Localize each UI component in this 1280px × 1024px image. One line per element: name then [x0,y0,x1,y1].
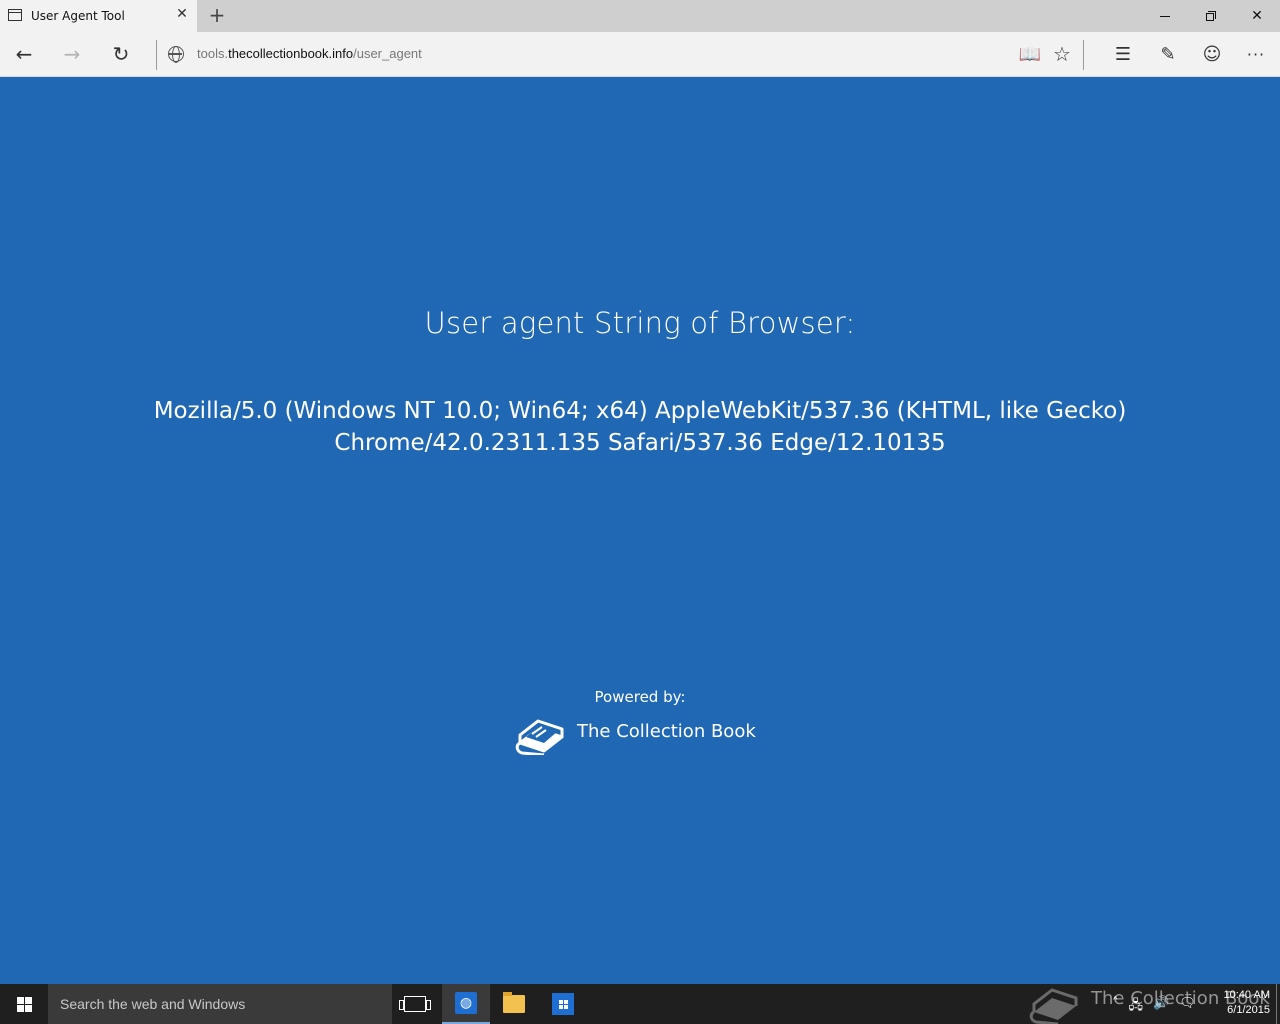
reading-view-icon[interactable]: 📖 [1017,42,1043,66]
taskbar-app-file-explorer[interactable] [490,984,538,1024]
brand-name: The Collection Book [577,720,756,742]
folder-icon [503,992,525,1013]
taskbar-app-store[interactable] [539,984,587,1024]
url-path: /user_agent [353,46,422,61]
notifications-icon[interactable]: 🗨 [1179,996,1196,1018]
watermark-book-icon [1029,988,1078,1024]
windows-logo-icon [16,996,32,1012]
edge-browser-icon: ◍ [455,992,477,1014]
minimize-button[interactable] [1142,0,1188,32]
forward-button[interactable]: → [57,40,87,68]
network-icon[interactable]: 🖧 [1129,996,1144,1018]
store-icon [552,993,574,1015]
clock-time: 10:40 AM [1223,989,1270,1001]
start-button[interactable] [0,984,48,1024]
feedback-smile-icon[interactable]: ☺ [1199,42,1225,66]
tab-user-agent-tool[interactable]: User Agent Tool ✕ [0,0,197,32]
powered-by-label: Powered by: [594,688,686,706]
volume-icon[interactable]: 🔊 [1153,996,1169,1018]
tab-close-icon[interactable]: ✕ [175,7,189,21]
tray-chevron-icon[interactable]: ˄ [1112,996,1119,1018]
address-bar[interactable]: tools.thecollectionbook.info/user_agent [197,46,422,61]
navigation-bar: ← → ↻ tools.thecollectionbook.info/user_… [0,32,1280,77]
tab-bar: User Agent Tool ✕ + ✕ [0,0,1280,32]
page-icon [8,9,22,21]
favorite-star-icon[interactable]: ☆ [1049,42,1075,66]
web-note-icon[interactable]: ✎ [1155,42,1181,66]
back-button[interactable]: ← [9,40,39,68]
divider [1083,40,1084,70]
taskbar-search-box[interactable]: Search the web and Windows [48,984,392,1024]
url-prefix: tools. [197,46,229,61]
more-actions-icon[interactable]: ··· [1243,42,1269,66]
brand-link[interactable]: The Collection Book [514,707,756,755]
show-desktop-button[interactable] [1276,984,1280,1024]
clock-date: 6/1/2015 [1227,1004,1270,1016]
system-clock[interactable]: 10:40 AM 6/1/2015 [1210,988,1270,1018]
taskbar: Search the web and Windows ◍ The Collect… [0,984,1280,1024]
url-host: thecollectionbook.info [228,46,354,61]
user-agent-string: Mozilla/5.0 (Windows NT 10.0; Win64; x64… [153,398,1127,456]
new-tab-button[interactable]: + [207,5,227,25]
task-view-icon[interactable] [399,996,431,1012]
restore-icon [1206,11,1216,21]
page-heading: User agent String of Browser: [424,306,856,340]
minimize-icon [1160,15,1170,17]
refresh-button[interactable]: ↻ [106,40,136,68]
system-tray: ˄ 🖧 🔊 🗨 [1112,996,1196,1018]
book-logo-icon [515,719,564,755]
page-content: User agent String of Browser: Mozilla/5.… [0,77,1280,984]
close-window-button[interactable]: ✕ [1234,0,1280,32]
restore-button[interactable] [1188,0,1234,32]
divider [156,40,157,70]
globe-icon [168,46,184,63]
tab-title: User Agent Tool [31,9,125,23]
hub-icon[interactable]: ☰ [1110,42,1136,66]
search-placeholder: Search the web and Windows [60,996,246,1012]
taskbar-app-edge[interactable]: ◍ [442,984,490,1024]
